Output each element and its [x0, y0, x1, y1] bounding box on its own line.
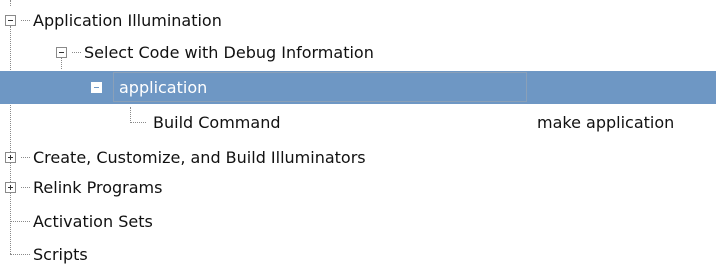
- tree-row-label: application: [119, 78, 208, 97]
- tree-row-label: Build Command: [153, 113, 281, 132]
- tree-row-application[interactable]: application: [0, 71, 716, 104]
- tree-row-application-illumination[interactable]: Application Illumination: [0, 4, 716, 37]
- tree-row-scripts[interactable]: Scripts: [0, 238, 716, 271]
- tree-row-build-command[interactable]: Build Command make application: [0, 106, 716, 139]
- tree-row-label: Relink Programs: [33, 178, 163, 197]
- tree-row-relink-programs[interactable]: Relink Programs: [0, 171, 716, 204]
- tree-row-label: Select Code with Debug Information: [84, 43, 374, 62]
- expand-toggle-icon[interactable]: [5, 152, 16, 163]
- build-command-value[interactable]: make application: [537, 106, 674, 139]
- tree-row-activation-sets[interactable]: Activation Sets: [0, 205, 716, 238]
- expand-toggle-icon[interactable]: [5, 182, 16, 193]
- tree-row-create-customize-build[interactable]: Create, Customize, and Build Illuminator…: [0, 141, 716, 174]
- collapse-toggle-icon[interactable]: [5, 15, 16, 26]
- collapse-toggle-icon[interactable]: [56, 47, 67, 58]
- tree-row-label: Scripts: [33, 245, 88, 264]
- tree-view[interactable]: Application Illumination Select Code wit…: [0, 0, 716, 265]
- tree-row-label: Application Illumination: [33, 11, 222, 30]
- tree-row-label: Activation Sets: [33, 212, 153, 231]
- collapse-toggle-icon[interactable]: [91, 82, 102, 93]
- tree-row-label: Create, Customize, and Build Illuminator…: [33, 148, 366, 167]
- tree-row-select-code[interactable]: Select Code with Debug Information: [0, 36, 716, 69]
